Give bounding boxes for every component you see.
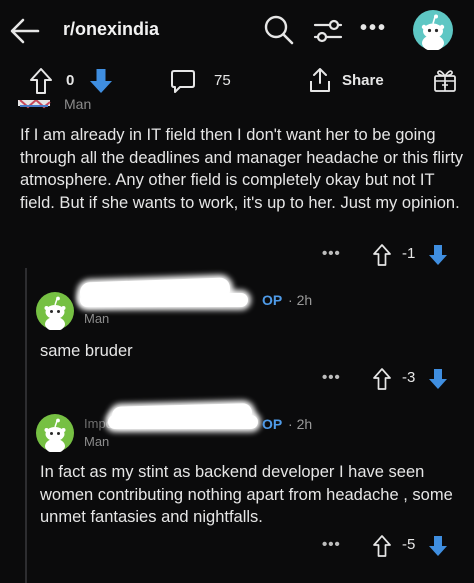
more-options-icon[interactable]: ••• (322, 369, 341, 386)
more-icon[interactable]: ••• (360, 17, 387, 40)
upvote-arrow-icon[interactable] (372, 243, 392, 267)
back-arrow-icon[interactable] (8, 14, 42, 48)
upvote-arrow-icon[interactable] (28, 66, 54, 96)
snoo-avatar-icon[interactable] (413, 10, 453, 50)
more-options-icon[interactable]: ••• (322, 536, 341, 553)
snoo-avatar-icon[interactable] (36, 292, 74, 330)
post-action-bar: 0 75 Share (0, 62, 474, 102)
comment-body: If I am already in IT field then I don't… (20, 126, 464, 212)
comment-score: -1 (402, 245, 416, 262)
upvote-arrow-icon[interactable] (372, 367, 392, 391)
post-score: 0 (66, 72, 75, 89)
top-app-bar: r/onexindia ••• (0, 0, 474, 62)
downvote-arrow-icon[interactable] (88, 66, 114, 96)
comment-bubble-icon[interactable] (170, 68, 196, 94)
op-badge: OP (262, 416, 283, 432)
downvote-arrow-icon[interactable] (428, 243, 448, 267)
comment-count[interactable]: 75 (214, 72, 231, 89)
downvote-arrow-icon[interactable] (428, 534, 448, 558)
comment-time: 2h (296, 416, 313, 432)
search-icon[interactable] (263, 14, 295, 46)
user-flair: Man (64, 98, 92, 111)
award-gift-icon[interactable] (432, 66, 458, 94)
comment-body: same bruder (40, 342, 133, 360)
comment-score: -5 (402, 536, 416, 553)
commenter-avatar-icon[interactable] (16, 100, 52, 110)
comment-actions: ••• -1 (322, 241, 462, 271)
username-redaction (108, 415, 258, 429)
user-flair: Man (84, 436, 110, 447)
share-button[interactable]: Share (342, 72, 384, 89)
downvote-arrow-icon[interactable] (428, 367, 448, 391)
snoo-avatar-icon[interactable] (36, 414, 74, 452)
username-redaction (80, 293, 248, 307)
comment-time: 2h (296, 292, 313, 308)
comment-body: In fact as my stint as backend developer… (40, 463, 453, 526)
comment-timestamp: · 2h (288, 292, 313, 308)
upvote-arrow-icon[interactable] (372, 534, 392, 558)
filter-icon[interactable] (312, 15, 344, 47)
thread-line[interactable] (25, 268, 27, 583)
comment-score: -3 (402, 369, 416, 386)
user-flair: Man (84, 313, 110, 324)
comment-actions: ••• -5 (322, 532, 462, 562)
op-badge: OP (262, 292, 283, 308)
comment-timestamp: · 2h (288, 416, 313, 432)
comment-actions: ••• -3 (322, 365, 462, 395)
more-options-icon[interactable]: ••• (322, 245, 341, 262)
share-icon[interactable] (308, 66, 332, 94)
subreddit-title[interactable]: r/onexindia (63, 19, 159, 40)
